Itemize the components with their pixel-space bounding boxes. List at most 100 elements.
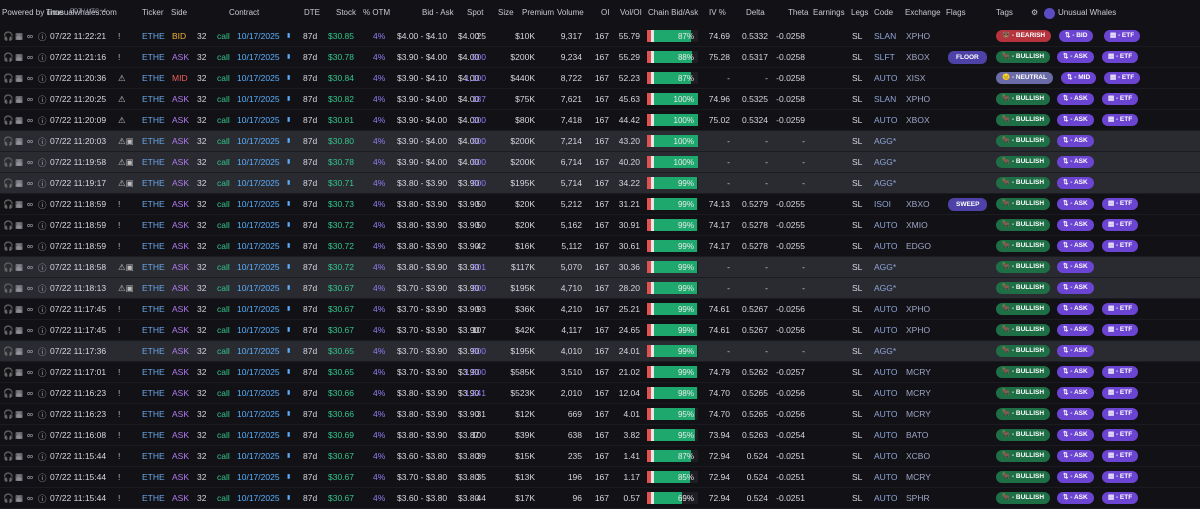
- ticker-cell[interactable]: ETHE: [142, 136, 165, 146]
- headphones-icon[interactable]: 🎧: [3, 220, 14, 231]
- headphones-icon[interactable]: 🎧: [3, 157, 14, 168]
- link-icon[interactable]: ∞: [27, 157, 33, 167]
- grid-icon[interactable]: ▦: [15, 115, 23, 126]
- table-row[interactable]: 🎧 ▦ ∞ ⓘ 07/22 11:18:58 ⚠▣ ETHE ASK 32 call 10/17/2…: [0, 257, 1200, 278]
- grid-icon[interactable]: ▦: [15, 325, 23, 336]
- chart-icon[interactable]: ▮: [287, 431, 290, 438]
- tag-pill-ask[interactable]: ⇅ - ASK: [1057, 492, 1094, 504]
- table-row[interactable]: 🎧 ▦ ∞ ⓘ 07/22 11:19:17 ⚠▣ ETHE ASK 32 call 10/17/2…: [0, 173, 1200, 194]
- link-icon[interactable]: ∞: [27, 451, 33, 461]
- ticker-cell[interactable]: ETHE: [142, 157, 165, 167]
- headphones-icon[interactable]: 🎧: [3, 94, 14, 105]
- expiry-cell[interactable]: 10/17/2025: [237, 73, 280, 83]
- ticker-cell[interactable]: ETHE: [142, 388, 165, 398]
- chart-icon[interactable]: ▮: [287, 95, 290, 102]
- tag-pill-bullish[interactable]: 🐂 - BULLISH: [996, 303, 1051, 315]
- chart-icon[interactable]: ▮: [287, 284, 290, 291]
- ticker-cell[interactable]: ETHE: [142, 199, 165, 209]
- chart-icon[interactable]: ▮: [287, 494, 290, 501]
- info-icon[interactable]: ⓘ: [38, 472, 47, 484]
- link-icon[interactable]: ∞: [27, 220, 33, 230]
- headphones-icon[interactable]: 🎧: [3, 472, 14, 483]
- tag-pill-bullish[interactable]: 🐂 - BULLISH: [996, 387, 1051, 399]
- expiry-cell[interactable]: 10/17/2025: [237, 493, 280, 503]
- table-row[interactable]: 🎧 ▦ ∞ ⓘ 07/22 11:16:23! ETHE ASK 32 call 10/17/20…: [0, 404, 1200, 425]
- link-icon[interactable]: ∞: [27, 304, 33, 314]
- chart-icon[interactable]: ▮: [287, 179, 290, 186]
- chart-icon[interactable]: ▮: [287, 200, 290, 207]
- grid-icon[interactable]: ▦: [15, 493, 23, 504]
- tag-pill-bullish[interactable]: 🐂 - BULLISH: [996, 240, 1051, 252]
- table-row[interactable]: 🎧 ▦ ∞ ⓘ 07/22 11:18:59! ETHE ASK 32 call 10/17/20…: [0, 194, 1200, 215]
- headphones-icon[interactable]: 🎧: [3, 367, 14, 378]
- tag-pill-bullish[interactable]: 🐂 - BULLISH: [996, 324, 1051, 336]
- chart-icon[interactable]: ▮: [287, 305, 290, 312]
- grid-icon[interactable]: ▦: [15, 346, 23, 357]
- tag-pill-etf[interactable]: ▤ - ETF: [1102, 219, 1139, 231]
- tag-pill-ask[interactable]: ⇅ - ASK: [1057, 303, 1094, 315]
- tag-pill-bullish[interactable]: 🐂 - BULLISH: [996, 492, 1051, 504]
- info-icon[interactable]: ⓘ: [38, 409, 47, 421]
- info-icon[interactable]: ⓘ: [38, 367, 47, 379]
- table-row[interactable]: 🎧 ▦ ∞ ⓘ 07/22 11:19:58 ⚠▣ ETHE ASK 32 call 10/17/2…: [0, 152, 1200, 173]
- info-icon[interactable]: ⓘ: [38, 262, 47, 274]
- tag-pill-etf[interactable]: ▤ - ETF: [1102, 387, 1139, 399]
- chart-icon[interactable]: ▮: [287, 53, 290, 60]
- chart-icon[interactable]: ▮: [287, 473, 290, 480]
- tag-pill-bullish[interactable]: 🐂 - BULLISH: [996, 51, 1051, 63]
- header-tags[interactable]: Tags: [996, 8, 1013, 17]
- ticker-cell[interactable]: ETHE: [142, 31, 165, 41]
- link-icon[interactable]: ∞: [27, 199, 33, 209]
- tag-pill-etf[interactable]: ▤ - ETF: [1102, 93, 1139, 105]
- expiry-cell[interactable]: 10/17/2025: [237, 136, 280, 146]
- expiry-cell[interactable]: 10/17/2025: [237, 115, 280, 125]
- ticker-cell[interactable]: ETHE: [142, 94, 165, 104]
- chart-icon[interactable]: ▮: [287, 452, 290, 459]
- tag-pill-ask[interactable]: ⇅ - ASK: [1057, 387, 1094, 399]
- gear-icon[interactable]: ⚙: [1031, 8, 1038, 17]
- info-icon[interactable]: ⓘ: [38, 94, 47, 106]
- tag-pill-ask[interactable]: ⇅ - ASK: [1057, 408, 1094, 420]
- header-flags[interactable]: Flags: [946, 8, 966, 17]
- tag-pill-etf[interactable]: ▤ - ETF: [1102, 114, 1139, 126]
- table-row[interactable]: 🎧 ▦ ∞ ⓘ 07/22 11:20:03 ⚠▣ ETHE ASK 32 call 10/17/2…: [0, 131, 1200, 152]
- tag-pill-neutral[interactable]: 😐 - NEUTRAL: [996, 72, 1053, 84]
- ticker-cell[interactable]: ETHE: [142, 346, 165, 356]
- ticker-cell[interactable]: ETHE: [142, 241, 165, 251]
- chart-icon[interactable]: ▮: [287, 368, 290, 375]
- tag-pill-etf[interactable]: ▤ - ETF: [1104, 72, 1141, 84]
- tag-pill-ask[interactable]: ⇅ - ASK: [1057, 345, 1094, 357]
- ticker-cell[interactable]: ETHE: [142, 430, 165, 440]
- grid-icon[interactable]: ▦: [15, 199, 23, 210]
- expiry-cell[interactable]: 10/17/2025: [237, 199, 280, 209]
- headphones-icon[interactable]: 🎧: [3, 388, 14, 399]
- tag-pill-bullish[interactable]: 🐂 - BULLISH: [996, 198, 1051, 210]
- info-icon[interactable]: ⓘ: [38, 52, 47, 64]
- tag-pill-ask[interactable]: ⇅ - ASK: [1057, 261, 1094, 273]
- chart-icon[interactable]: ▮: [287, 347, 290, 354]
- header-oi[interactable]: OI: [601, 8, 609, 17]
- header-size[interactable]: Size: [498, 8, 514, 17]
- table-row[interactable]: 🎧 ▦ ∞ ⓘ 07/22 11:15:44! ETHE ASK 32 call 10/17/20…: [0, 467, 1200, 488]
- grid-icon[interactable]: ▦: [15, 220, 23, 231]
- tag-pill-etf[interactable]: ▤ - ETF: [1102, 366, 1139, 378]
- header-dte[interactable]: DTE: [304, 8, 320, 17]
- headphones-icon[interactable]: 🎧: [3, 409, 14, 420]
- link-icon[interactable]: ∞: [27, 241, 33, 251]
- info-icon[interactable]: ⓘ: [38, 136, 47, 148]
- headphones-icon[interactable]: 🎧: [3, 451, 14, 462]
- link-icon[interactable]: ∞: [27, 283, 33, 293]
- expiry-cell[interactable]: 10/17/2025: [237, 409, 280, 419]
- headphones-icon[interactable]: 🎧: [3, 73, 14, 84]
- tag-pill-etf[interactable]: ▤ - ETF: [1102, 492, 1139, 504]
- table-row[interactable]: 🎧 ▦ ∞ ⓘ 07/22 11:17:01! ETHE ASK 32 call 10/17/20…: [0, 362, 1200, 383]
- info-icon[interactable]: ⓘ: [38, 388, 47, 400]
- info-icon[interactable]: ⓘ: [38, 157, 47, 169]
- tag-pill-ask[interactable]: ⇅ - ASK: [1057, 429, 1094, 441]
- tag-pill-ask[interactable]: ⇅ - ASK: [1057, 93, 1094, 105]
- tag-pill-bullish[interactable]: 🐂 - BULLISH: [996, 471, 1051, 483]
- header-spot[interactable]: Spot: [467, 8, 483, 17]
- header-otm[interactable]: % OTM: [363, 8, 390, 17]
- headphones-icon[interactable]: 🎧: [3, 241, 14, 252]
- headphones-icon[interactable]: 🎧: [3, 136, 14, 147]
